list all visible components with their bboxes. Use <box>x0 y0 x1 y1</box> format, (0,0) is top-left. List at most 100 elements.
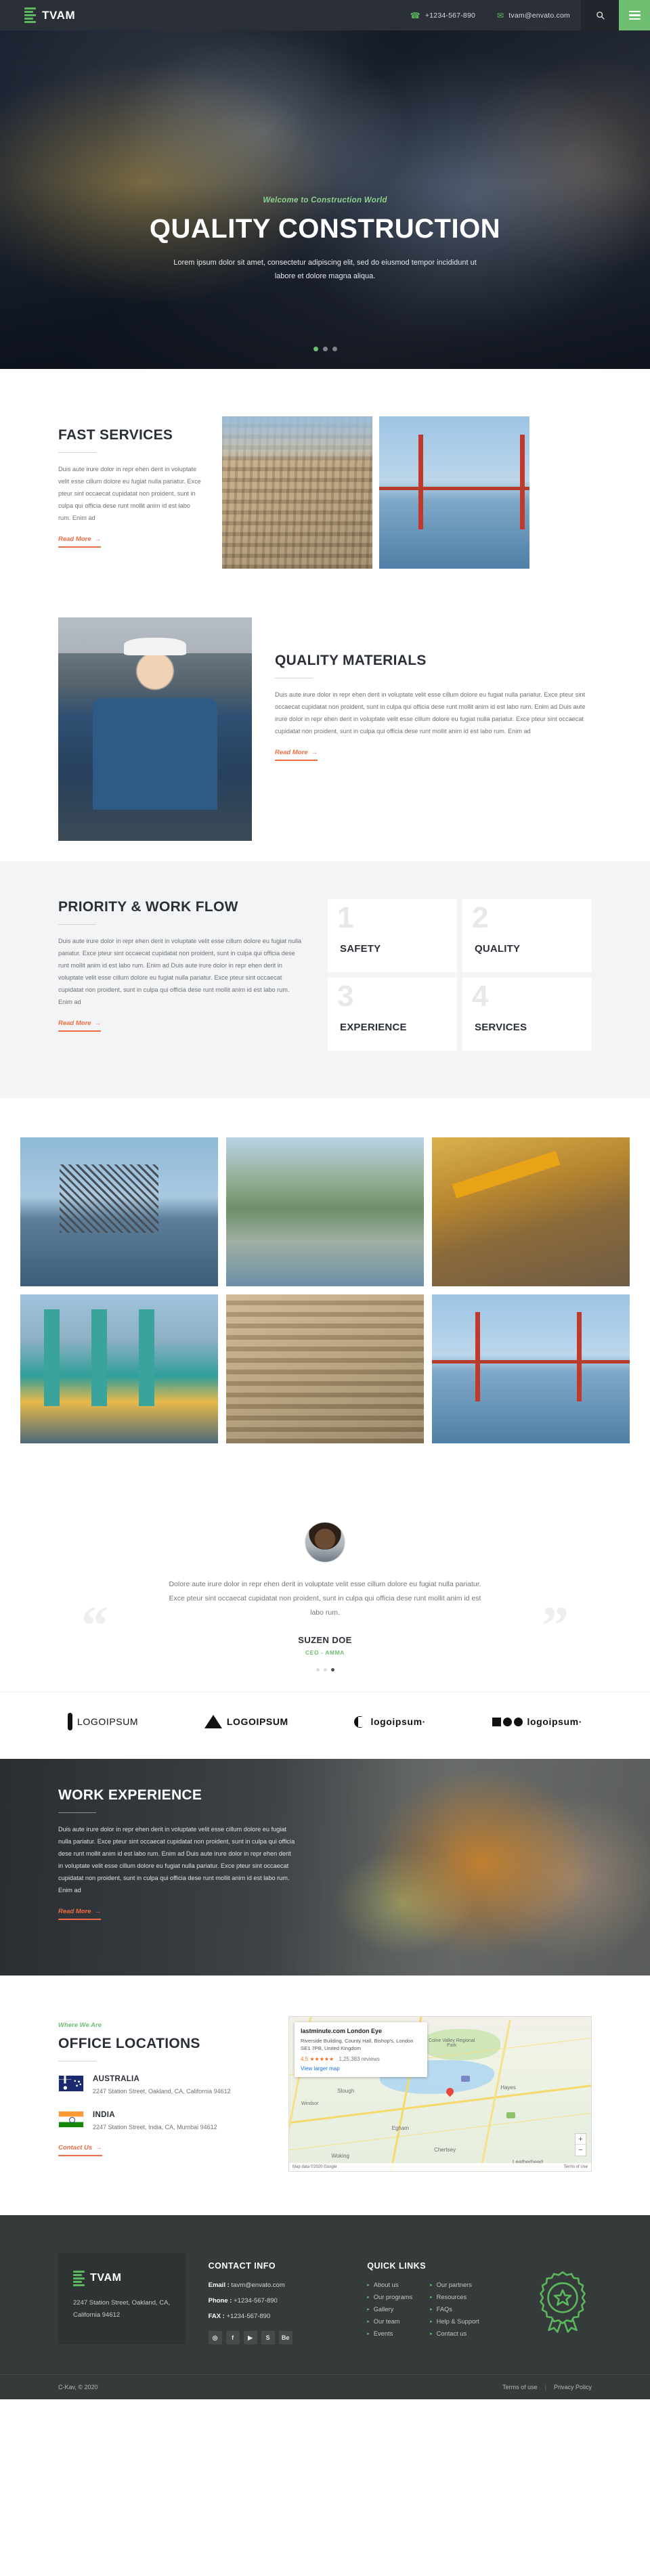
footer-quick-links-col2: ▸ Our partners ▸ Resources ▸ FAQs ▸ Help & S… <box>430 2282 479 2342</box>
priority-title: PRIORITY & WORK FLOW <box>58 899 238 915</box>
gallery-item-bridge[interactable] <box>432 1294 630 1443</box>
client-logo-1[interactable]: LOGOIPSUM <box>68 1713 138 1730</box>
quality-materials-text: QUALITY MATERIALS Duis aute irure dolor … <box>275 617 592 761</box>
footer-link-events[interactable]: ▸ Events <box>367 2330 412 2337</box>
office-locations-section: Where We Are OFFICE LOCATIONS AUSTRALIA … <box>0 1975 650 2215</box>
fast-services-body: Duis aute irure dolor in repr ehen derit… <box>58 466 201 521</box>
hero-title: QUALITY CONSTRUCTION <box>149 214 501 244</box>
half-moon-icon <box>354 1716 366 1728</box>
skype-icon[interactable]: S <box>261 2331 275 2344</box>
hero-content: Welcome to Construction World QUALITY CO… <box>0 196 650 284</box>
award-ribbon-icon <box>540 2271 586 2333</box>
map-label: Windsor <box>301 2101 319 2107</box>
red-bridge-photo <box>379 416 529 569</box>
footer-link-our-programs[interactable]: ▸ Our programs <box>367 2294 412 2300</box>
fast-services-title: FAST SERVICES <box>58 427 173 443</box>
quality-materials-read-more[interactable]: Read More → <box>275 749 318 761</box>
footer-link-about-us[interactable]: ▸ About us <box>367 2282 412 2288</box>
chevron-right-icon: ▸ <box>430 2332 433 2336</box>
hero-dot-1[interactable] <box>313 347 318 351</box>
youtube-icon[interactable]: ▶ <box>243 2331 257 2344</box>
footer-email-label: Email : <box>208 2282 230 2289</box>
footer-link-our-partners[interactable]: ▸ Our partners <box>430 2282 479 2288</box>
footer-link-label: Our programs <box>373 2294 413 2300</box>
work-experience-read-more[interactable]: Read More → <box>58 1907 102 1920</box>
feature-card[interactable]: 4 SERVICES <box>462 978 592 1051</box>
office-map[interactable]: Colne Valley Regional Park Slough Hayes … <box>288 2016 592 2172</box>
contact-us-link[interactable]: Contact Us → <box>58 2144 102 2156</box>
gallery-item-dam[interactable] <box>226 1137 424 1286</box>
search-button[interactable] <box>581 0 619 30</box>
copyright-text: C-Kav, © 2020 <box>58 2384 98 2391</box>
map-info-card: lastminute.com London Eye Riverside Buil… <box>295 2022 427 2077</box>
hero-dot-2[interactable] <box>322 347 328 351</box>
behance-icon[interactable]: Be <box>278 2331 292 2344</box>
work-experience-body: Duis aute irure dolor in repr ehen derit… <box>58 1826 295 1894</box>
footer-quick-links-column: QUICK LINKS ▸ About us ▸ Our programs ▸ Gal… <box>367 2253 511 2344</box>
footer-link-gallery[interactable]: ▸ Gallery <box>367 2306 412 2313</box>
read-more-label: Read More <box>58 1907 91 1915</box>
map-zoom-out-button[interactable]: − <box>576 2145 586 2156</box>
footer-link-resources[interactable]: ▸ Resources <box>430 2294 479 2300</box>
map-view-larger-link[interactable]: View larger map <box>301 2066 421 2072</box>
gallery-item-port-cranes[interactable] <box>20 1294 218 1443</box>
arrow-right-icon: → <box>95 2143 102 2152</box>
testimonial-dot-3[interactable] <box>330 1668 334 1672</box>
client-logo-2[interactable]: LOGOIPSUM <box>204 1715 288 1728</box>
site-logo[interactable]: TVAM <box>0 7 75 23</box>
footer-brand-name: TVAM <box>90 2272 122 2284</box>
map-attribution: Map data ©2020 Google <box>292 2165 337 2169</box>
header-email[interactable]: ✉ tvam@envato.com <box>486 0 581 30</box>
title-divider <box>58 452 96 453</box>
footer-link-help-support[interactable]: ▸ Help & Support <box>430 2318 479 2325</box>
feature-card[interactable]: 2 QUALITY <box>462 899 592 972</box>
chevron-right-icon: ▸ <box>367 2332 370 2336</box>
hero-slider-dots[interactable] <box>0 347 650 351</box>
priority-text: PRIORITY & WORK FLOW Duis aute irure dol… <box>58 899 302 1032</box>
footer-link-faqs[interactable]: ▸ FAQs <box>430 2306 479 2313</box>
arrow-right-icon: → <box>94 1019 102 1027</box>
gallery-item-building-site[interactable] <box>226 1294 424 1443</box>
testimonial-dot-2[interactable] <box>323 1668 327 1672</box>
footer-fax-line: FAX : +1234-567-890 <box>209 2313 345 2320</box>
testimonial-section: “ ” Dolore aute irure dolor in repr ehen… <box>0 1484 650 1692</box>
client-logo-4[interactable]: logoipsum· <box>492 1716 582 1727</box>
chevron-right-icon: ▸ <box>367 2283 370 2288</box>
chevron-right-icon: ▸ <box>430 2283 433 2288</box>
footer-phone-value[interactable]: +1234-567-890 <box>234 2297 278 2305</box>
footer-email-value[interactable]: tavm@envato.com <box>231 2282 284 2289</box>
australia-flag-icon <box>58 2075 84 2092</box>
fast-services-read-more[interactable]: Read More → <box>58 536 102 548</box>
footer-link-our-team[interactable]: ▸ Our team <box>367 2318 412 2325</box>
testimonial-dot-1[interactable] <box>316 1668 320 1672</box>
header-phone[interactable]: ☎ +1234-567-890 <box>399 0 486 30</box>
priority-section: PRIORITY & WORK FLOW Duis aute irure dol… <box>0 861 650 1098</box>
hamburger-menu-icon[interactable] <box>619 0 650 30</box>
footer-link-label: Our partners <box>436 2282 472 2288</box>
chevron-right-icon: ▸ <box>367 2307 370 2312</box>
gallery-item-excavator[interactable] <box>432 1137 630 1286</box>
testimonial-slider-dots[interactable] <box>0 1668 650 1672</box>
phone-icon: ☎ <box>410 10 420 20</box>
priority-read-more[interactable]: Read More → <box>58 1019 102 1032</box>
footer-fax-value: +1234-567-890 <box>226 2313 271 2320</box>
footer-logo[interactable]: TVAM <box>73 2271 171 2286</box>
map-terms-link[interactable]: Terms of Use <box>564 2165 588 2169</box>
facebook-icon[interactable]: f <box>225 2331 240 2344</box>
feature-card[interactable]: 1 SAFETY <box>328 899 457 972</box>
map-attribution-bar: Map data ©2020 Google Terms of Use <box>289 2163 591 2171</box>
map-zoom-in-button[interactable]: + <box>576 2134 586 2145</box>
feature-label: EXPERIENCE <box>340 1022 407 1033</box>
map-zoom-controls[interactable]: + − <box>575 2133 586 2156</box>
footer-link-contact-us[interactable]: ▸ Contact us <box>430 2330 479 2337</box>
feature-card[interactable]: 3 EXPERIENCE <box>328 978 457 1051</box>
privacy-policy-link[interactable]: Privacy Policy <box>554 2384 592 2391</box>
instagram-icon[interactable]: ◎ <box>208 2331 222 2344</box>
client-logo-name: logoipsum· <box>527 1716 582 1727</box>
terms-of-use-link[interactable]: Terms of use <box>502 2384 538 2391</box>
gallery-item-oil-rig[interactable] <box>20 1137 218 1286</box>
client-logo-3[interactable]: logoipsum· <box>354 1716 425 1728</box>
hero-dot-3[interactable] <box>332 347 337 351</box>
footer-award-badge <box>534 2253 592 2344</box>
office-location-item: INDIA 2247 Station Street, India, CA, Mu… <box>58 2110 261 2133</box>
